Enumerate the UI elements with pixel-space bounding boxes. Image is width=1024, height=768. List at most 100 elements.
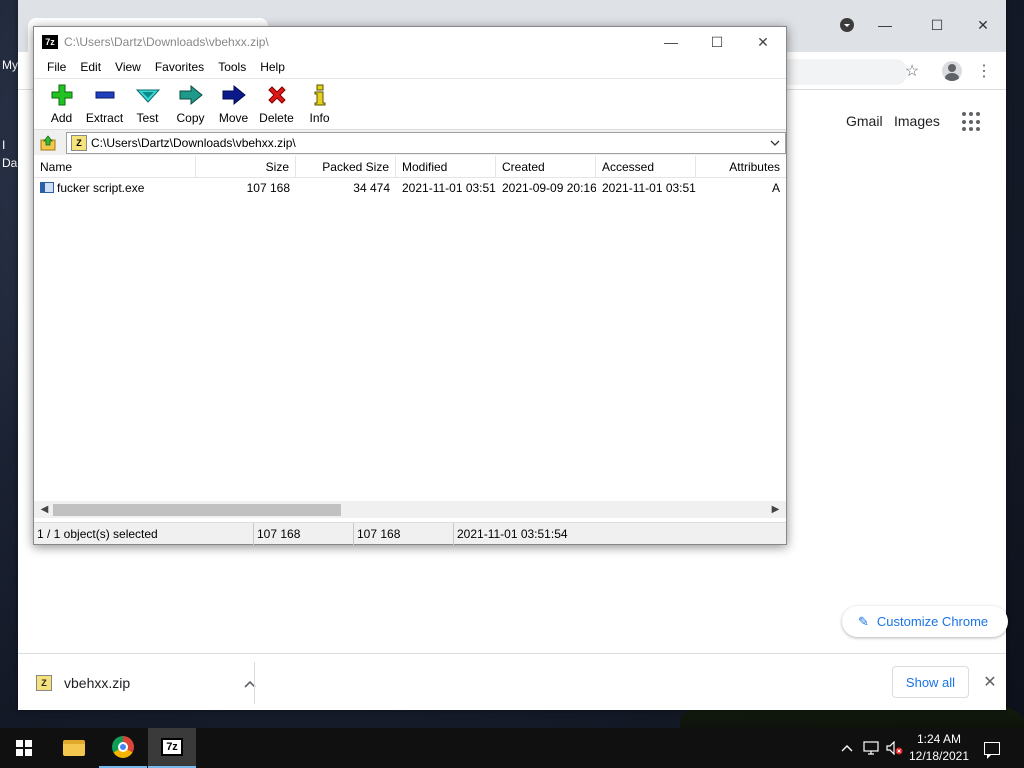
clock-date: 12/18/2021 [908, 749, 970, 763]
clock[interactable]: 1:24 AM 12/18/2021 [904, 731, 974, 765]
status-packed: 107 168 [354, 523, 454, 545]
minimize-icon[interactable]: — [648, 27, 694, 57]
file-list: Name Size Packed Size Modified Created A… [34, 156, 786, 501]
path-input[interactable]: Z C:\Users\Dartz\Downloads\vbehxx.zip\ [66, 132, 786, 154]
move-button[interactable]: Move [212, 79, 255, 129]
file-packed-cell: 34 474 [353, 181, 390, 195]
customize-chrome-label: Customize Chrome [876, 614, 989, 629]
status-selection: 1 / 1 object(s) selected [34, 523, 254, 545]
7zip-app-icon: 7z [42, 35, 58, 49]
window-title: C:\Users\Dartz\Downloads\vbehxx.zip\ [64, 35, 269, 49]
column-header-accessed[interactable]: Accessed [596, 156, 696, 178]
clock-time: 1:24 AM [916, 732, 962, 746]
gmail-link[interactable]: Gmail [846, 113, 883, 129]
download-filename: vbehxx.zip [64, 675, 131, 691]
info-icon [308, 83, 332, 107]
test-button[interactable]: Test [126, 79, 169, 129]
file-attributes-cell: A [771, 181, 780, 195]
scroll-right-icon[interactable]: ▶ [767, 501, 784, 518]
apps-grid-icon[interactable] [962, 112, 982, 132]
notification-center-icon[interactable] [980, 728, 1004, 768]
add-button[interactable]: Add [40, 79, 83, 129]
x-icon [265, 83, 289, 107]
customize-chrome-button[interactable]: ✎ Customize Chrome [842, 606, 1008, 637]
double-arrow-icon [179, 83, 203, 107]
copy-label: Copy [176, 111, 205, 125]
network-icon[interactable] [860, 728, 882, 768]
profile-avatar-icon[interactable] [940, 59, 964, 83]
desktop-label-2: I [2, 138, 6, 152]
download-item[interactable]: Z vbehxx.zip [36, 670, 256, 696]
path-text: C:\Users\Dartz\Downloads\vbehxx.zip\ [91, 136, 296, 150]
images-link[interactable]: Images [894, 113, 940, 129]
taskbar-7zip[interactable]: 7z [148, 728, 196, 768]
column-header-name[interactable]: Name [34, 156, 196, 178]
tab-search-icon[interactable] [832, 10, 862, 40]
windows-logo-icon [16, 740, 32, 756]
file-name: fucker script.exe [57, 181, 145, 195]
taskbar-file-explorer[interactable] [50, 728, 98, 768]
chrome-icon [112, 736, 134, 758]
list-header: Name Size Packed Size Modified Created A… [34, 156, 786, 178]
menu-view[interactable]: View [108, 57, 148, 77]
desktop-label-1: My [2, 58, 18, 72]
file-accessed-cell: 2021-11-01 03:51 [602, 181, 696, 195]
desktop-label-3: Da [2, 156, 18, 170]
column-header-size[interactable]: Size [196, 156, 296, 178]
taskbar: 7z 1:24 AM 12/18/2021 [0, 728, 1024, 768]
menu-bar: File Edit View Favorites Tools Help [34, 57, 786, 77]
folder-icon [63, 740, 85, 756]
add-label: Add [50, 111, 73, 125]
file-name-cell: fucker script.exe [34, 178, 196, 198]
table-row[interactable]: fucker script.exe 107 168 34 474 2021-11… [34, 178, 786, 198]
folder-up-icon[interactable] [38, 134, 58, 152]
title-bar[interactable]: 7z C:\Users\Dartz\Downloads\vbehxx.zip\ … [34, 27, 786, 57]
7zip-window: 7z C:\Users\Dartz\Downloads\vbehxx.zip\ … [33, 26, 787, 545]
copy-button[interactable]: Copy [169, 79, 212, 129]
file-modified-cell: 2021-11-01 03:51 [402, 181, 496, 195]
status-bar: 1 / 1 object(s) selected 107 168 107 168… [34, 522, 786, 545]
menu-favorites[interactable]: Favorites [148, 57, 211, 77]
show-all-button[interactable]: Show all [892, 666, 969, 698]
omnibox[interactable] [778, 59, 908, 85]
maximize-icon[interactable]: ☐ [922, 10, 952, 40]
column-header-attributes[interactable]: Attributes [696, 156, 786, 178]
start-button[interactable] [0, 728, 48, 768]
download-separator [254, 662, 255, 704]
7zip-icon: 7z [161, 738, 183, 756]
chevron-down-icon[interactable] [767, 135, 783, 151]
menu-help[interactable]: Help [253, 57, 292, 77]
delete-button[interactable]: Delete [255, 79, 298, 129]
menu-file[interactable]: File [40, 57, 73, 77]
file-size-cell: 107 168 [246, 181, 290, 195]
move-label: Move [218, 111, 249, 125]
menu-edit[interactable]: Edit [73, 57, 108, 77]
close-icon[interactable]: ✕ [978, 670, 1002, 694]
kebab-menu-icon[interactable]: ⋮ [972, 59, 996, 83]
extract-label: Extract [85, 111, 124, 125]
horizontal-scrollbar[interactable]: ◀ ▶ [34, 501, 786, 518]
volume-muted-icon[interactable] [884, 728, 906, 768]
scroll-left-icon[interactable]: ◀ [36, 501, 53, 518]
close-icon[interactable]: ✕ [968, 10, 998, 40]
column-header-packed-size[interactable]: Packed Size [296, 156, 396, 178]
minimize-icon[interactable]: — [870, 10, 900, 40]
column-header-modified[interactable]: Modified [396, 156, 496, 178]
address-bar: Z C:\Users\Dartz\Downloads\vbehxx.zip\ [34, 129, 786, 155]
pencil-icon: ✎ [858, 613, 869, 629]
close-icon[interactable]: ✕ [740, 27, 786, 57]
status-modified: 2021-11-01 03:51:54 [457, 527, 568, 541]
star-icon[interactable]: ☆ [900, 59, 924, 83]
arrow-right-icon [222, 83, 246, 107]
maximize-icon[interactable]: ☐ [694, 27, 740, 57]
info-button[interactable]: Info [298, 79, 341, 129]
test-label: Test [136, 111, 159, 125]
extract-button[interactable]: Extract [83, 79, 126, 129]
show-hidden-icons-chevron-icon[interactable] [838, 728, 856, 768]
scrollbar-thumb[interactable] [53, 504, 341, 516]
menu-tools[interactable]: Tools [211, 57, 253, 77]
taskbar-chrome[interactable] [99, 728, 147, 768]
zip-archive-icon: Z [71, 135, 87, 151]
plus-icon [50, 83, 74, 107]
column-header-created[interactable]: Created [496, 156, 596, 178]
